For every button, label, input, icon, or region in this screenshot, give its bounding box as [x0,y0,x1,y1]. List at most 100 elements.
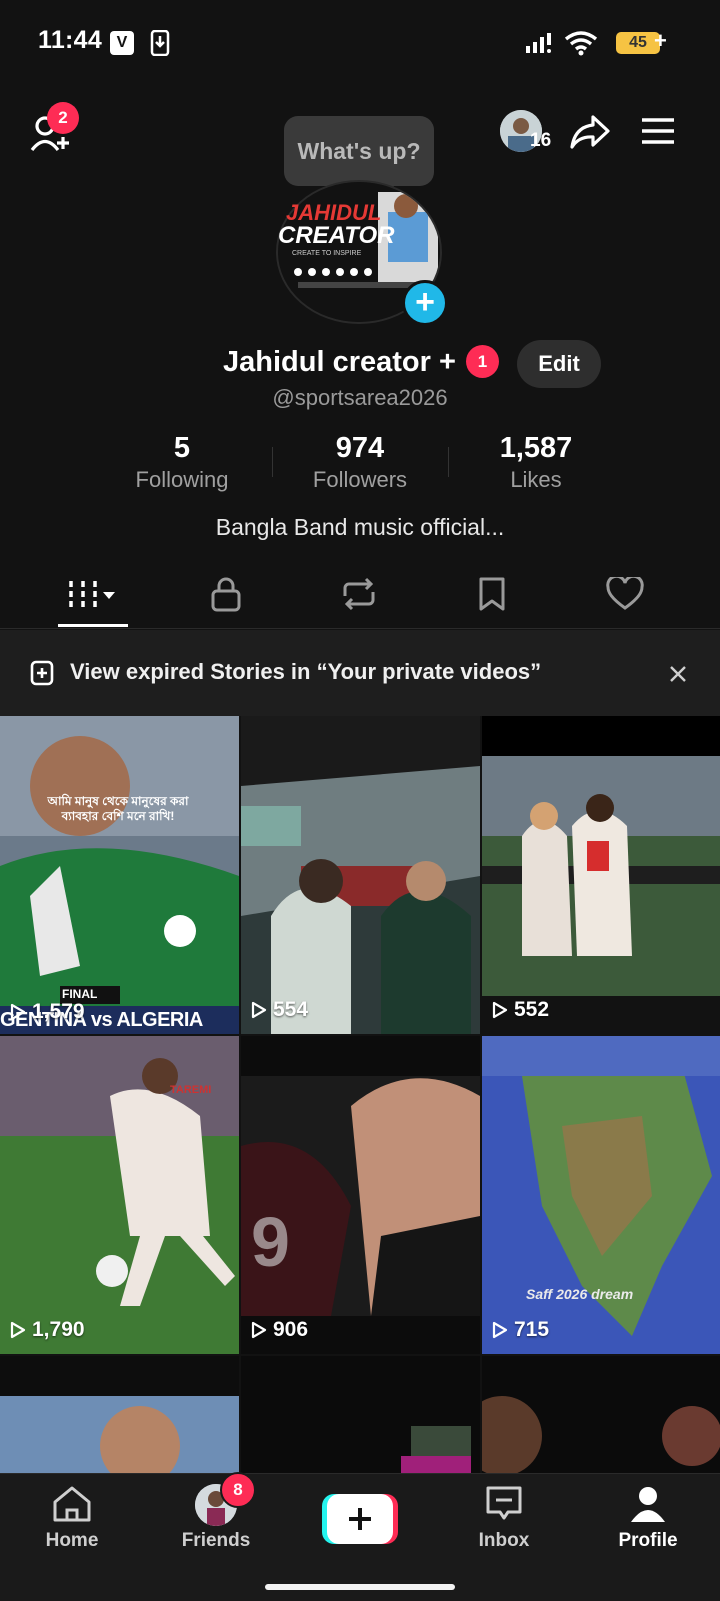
hamburger-icon [642,118,674,144]
video-tag: FINAL [62,987,98,1001]
stat-followers[interactable]: 974 Followers [275,432,445,493]
tab-favorites[interactable] [427,560,557,628]
video-thumbnail [482,1036,720,1354]
video-views: 906 [251,1318,308,1342]
video-thumbnail [0,1356,239,1473]
inbox-icon [486,1486,522,1520]
menu-button[interactable] [638,114,678,148]
stat-divider [448,447,449,477]
profile-name-row: Jahidul creator + 1 Edit [0,340,720,390]
video-tile[interactable] [482,1356,720,1473]
name-badge: 1 [466,345,499,378]
stat-label: Following [135,467,229,492]
video-views: 715 [492,1318,549,1342]
nav-inbox[interactable]: Inbox [444,1484,564,1574]
video-grid: আমি মানুষ থেকে মানুষের করা ব্যাবহার বেশি… [0,716,720,1473]
video-tile[interactable]: আমি মানুষ থেকে মানুষের করা ব্যাবহার বেশি… [0,716,239,1034]
view-count: 906 [273,1318,309,1341]
profile-handle: @sportsarea2026 [272,385,448,410]
repost-icon [343,577,375,611]
video-views: 1,790 [10,1318,85,1342]
video-tile[interactable]: 9 906 [241,1036,480,1354]
video-tile[interactable]: 552 [482,716,720,1034]
view-count: 715 [514,1318,550,1341]
video-tile[interactable]: TAREMI 1,790 [0,1036,239,1354]
video-caption: আমি মানুষ থেকে মানুষের করা ব্যাবহার বেশি… [47,794,189,823]
view-count: 552 [514,998,550,1021]
nav-home[interactable]: Home [12,1484,132,1574]
bookmark-icon [479,577,505,611]
video-views: 552 [492,998,549,1022]
video-thumbnail [482,1356,720,1473]
stat-likes[interactable]: 1,587 Likes [451,432,621,493]
grid-icon [69,581,115,607]
friends-badge: 8 [220,1472,256,1508]
nav-friends[interactable]: Friends [156,1484,276,1574]
video-thumbnail [241,716,480,1034]
tab-private[interactable] [161,560,291,628]
stat-label: Likes [510,467,562,492]
video-thumbnail [482,716,720,1034]
home-indicator [265,1584,455,1590]
edit-profile-button[interactable]: Edit [517,340,601,388]
share-icon [570,115,610,149]
stat-label: Followers [312,467,408,492]
video-tile[interactable] [0,1356,239,1473]
video-thumbnail: 9 [241,1036,480,1354]
video-caption: Saff 2026 dream [526,1286,634,1302]
tab-reposts[interactable] [294,560,424,628]
tab-videos[interactable] [28,560,158,628]
wifi-icon [564,30,598,61]
video-tile[interactable]: 554 [241,716,480,1034]
view-count: 1,790 [32,1318,85,1341]
status-time: 11:44 [38,26,103,54]
avatar-subtext: CREATE TO INSPIRE [292,250,362,257]
share-button[interactable] [566,112,614,152]
avatar-title-line2: CREATOR [278,222,395,249]
video-views: 1,579 [10,1000,85,1024]
nav-label: Inbox [478,1530,530,1551]
heart-icon [606,577,644,610]
view-count: 554 [273,998,309,1021]
profile-bio[interactable]: Bangla Band music official... [0,514,720,541]
profile-avatar-wrapper[interactable]: JAHIDUL CREATOR CREATE TO INSPIRE + [276,180,448,326]
friends-viewed-count: 16 [530,130,552,151]
status-bar: 11:44 V 45 + [0,0,720,90]
expired-stories-banner[interactable]: View expired Stories in “Your private vi… [0,630,720,716]
lock-icon [211,577,241,612]
video-views: 554 [251,998,308,1022]
banner-close-button[interactable] [668,664,688,689]
play-icon [10,1321,26,1339]
nav-profile[interactable]: Profile [588,1484,708,1574]
signal-icon [524,32,556,59]
add-friends-badge: 2 [47,102,79,134]
charging-indicator: + [654,28,667,53]
bottom-nav: Home Friends 8 Inbox Profile [0,1472,720,1601]
stat-value: 5 [173,432,191,464]
app-v-icon: V [110,31,134,55]
person-icon [631,1487,665,1522]
view-count: 1,579 [32,1000,85,1023]
create-button[interactable] [322,1494,398,1544]
stat-following[interactable]: 5 Following [97,432,267,493]
video-tile[interactable]: Saff 2026 dream 715 [482,1036,720,1354]
tab-liked[interactable] [560,560,690,628]
video-thumbnail [241,1356,480,1473]
svg-text:9: 9 [251,1203,290,1281]
play-icon [492,1001,508,1019]
play-icon [10,1003,26,1021]
active-tab-indicator [58,624,128,627]
stat-value: 1,587 [499,432,573,464]
video-tag: TAREMI [170,1084,212,1096]
close-icon [670,666,686,682]
story-plus-icon [28,660,56,691]
add-story-button[interactable]: + [402,280,448,326]
story-bubble[interactable]: What's up? [284,116,434,196]
video-tile[interactable] [241,1356,480,1473]
stat-divider [272,447,273,477]
profile-name: Jahidul creator + [223,346,456,378]
home-icon [53,1486,91,1522]
nav-label: Home [45,1530,99,1551]
nav-label: Profile [618,1530,678,1551]
stat-value: 974 [335,432,385,464]
